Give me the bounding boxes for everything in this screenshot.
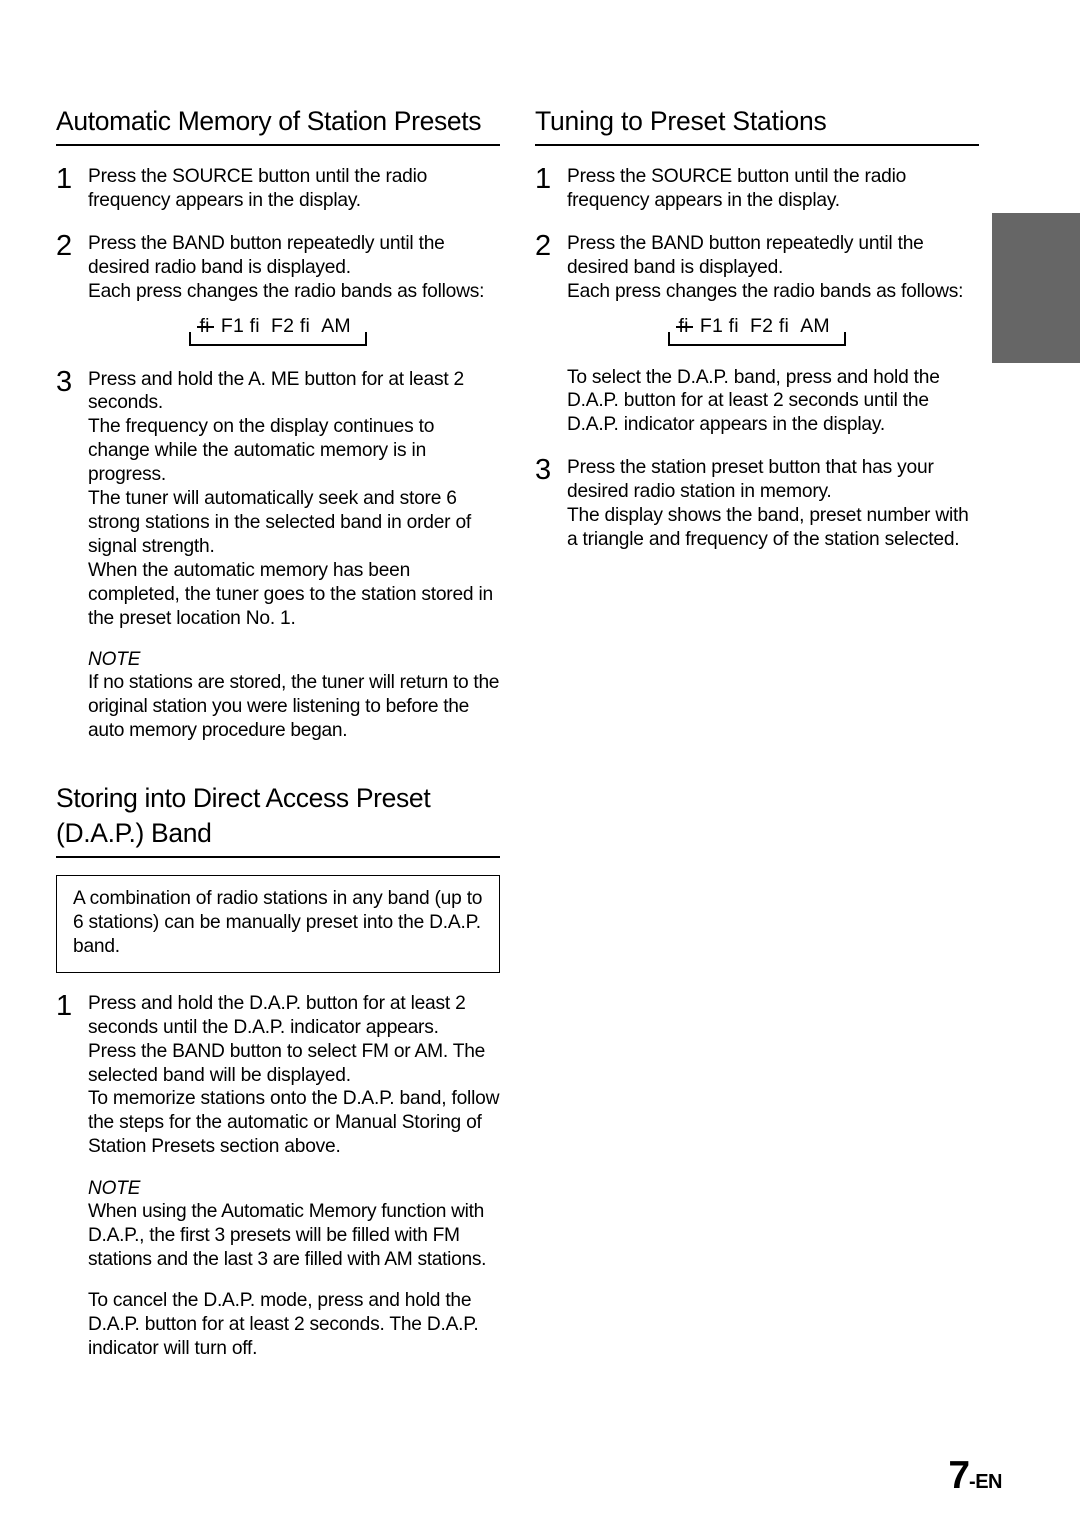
step-line: When the automatic memory has been compl… — [88, 559, 493, 629]
note-text: When using the Automatic Memory function… — [88, 1201, 487, 1270]
step-number: 2 — [56, 229, 73, 262]
step-item: 2 Press the BAND button repeatedly until… — [535, 229, 979, 304]
step-text: Press the BAND button repeatedly until t… — [567, 232, 979, 304]
note-label: NOTE — [88, 649, 141, 671]
step-item: 1 Press and hold the D.A.P. button for a… — [56, 989, 500, 1159]
step-line: Press the station preset button that has… — [567, 457, 934, 503]
two-column-body: Automatic Memory of Station Presets 1 Pr… — [56, 104, 979, 1380]
band-sequence-text: F1 fi F2 fi AM — [688, 314, 836, 337]
manual-page: Automatic Memory of Station Presets 1 Pr… — [0, 0, 1080, 1526]
step-line: Each press changes the radio bands as fo… — [567, 280, 964, 302]
step-line: Each press changes the radio bands as fo… — [88, 280, 485, 302]
note-block: NOTE When using the Automatic Memory fun… — [88, 1178, 500, 1272]
step-number: 1 — [535, 162, 552, 195]
step-line: The tuner will automatically seek and st… — [88, 488, 472, 557]
callout-box: A combination of radio stations in any b… — [56, 875, 500, 973]
step-text: Press and hold the D.A.P. button for at … — [88, 992, 500, 1159]
step-line: The display shows the band, preset numbe… — [567, 505, 969, 551]
arrow-left-icon: fi — [196, 314, 214, 337]
band-cycle-diagram-left: fi F1 fi F2 fi AM — [56, 314, 500, 349]
page-number: 7 — [948, 1454, 970, 1497]
step-line: Press and hold the D.A.P. button for at … — [88, 992, 466, 1038]
page-footer: 7 -EN — [948, 1454, 1002, 1498]
arrow-left-icon: fi — [675, 314, 693, 337]
section-tab-marker — [992, 213, 1080, 363]
step-item: 1 Press the SOURCE button until the radi… — [535, 165, 979, 213]
step-text: Press the BAND button repeatedly until t… — [88, 232, 500, 304]
page-number-suffix: -EN — [969, 1471, 1002, 1493]
heading-automatic-memory: Automatic Memory of Station Presets — [56, 104, 500, 146]
callout-text: A combination of radio stations in any b… — [73, 888, 483, 957]
step-number: 3 — [56, 365, 73, 398]
step-line: To memorize stations onto the D.A.P. ban… — [88, 1088, 500, 1158]
dap-select-paragraph: To select the D.A.P. band, press and hol… — [567, 366, 940, 436]
step-text: Press and hold the A. ME button for at l… — [88, 368, 500, 631]
left-column: Automatic Memory of Station Presets 1 Pr… — [56, 104, 500, 1380]
step-line: Press and hold the A. ME button for at l… — [88, 368, 464, 414]
step-line: Press the SOURCE button until the radio … — [567, 165, 907, 211]
heading-tuning-preset: Tuning to Preset Stations — [535, 104, 979, 146]
step-line: Press the SOURCE button until the radio … — [88, 165, 428, 211]
step-number: 1 — [56, 162, 73, 195]
step-number: 1 — [56, 989, 73, 1022]
heading-storing-dap: Storing into Direct Access Preset (D.A.P… — [56, 781, 500, 859]
band-cycle-diagram-right: fi F1 fi F2 fi AM — [535, 314, 979, 349]
step-line: Press the BAND button repeatedly until t… — [88, 232, 445, 278]
closing-paragraph: To cancel the D.A.P. mode, press and hol… — [88, 1289, 479, 1359]
step-line: Press the BAND button repeatedly until t… — [567, 232, 924, 278]
step-line: Press the BAND button to select FM or AM… — [88, 1040, 486, 1086]
step-line: The frequency on the display continues t… — [88, 416, 435, 486]
band-sequence: fi F1 fi F2 fi AM — [675, 314, 836, 338]
step-text: Press the SOURCE button until the radio … — [88, 165, 500, 213]
step-text: Press the SOURCE button until the radio … — [567, 165, 979, 213]
step-item: 3 Press and hold the A. ME button for at… — [56, 365, 500, 631]
step-text: Press the station preset button that has… — [567, 456, 979, 552]
step-item: 1 Press the SOURCE button until the radi… — [56, 165, 500, 213]
band-cycle-inner: fi F1 fi F2 fi AM — [665, 314, 850, 349]
step-number: 3 — [535, 454, 552, 487]
step-item: 3 Press the station preset button that h… — [535, 456, 979, 552]
step-number: 2 — [535, 229, 552, 262]
step-item: 2 Press the BAND button repeatedly until… — [56, 229, 500, 304]
note-label: NOTE — [88, 1178, 141, 1200]
band-sequence-text: F1 fi F2 fi AM — [209, 314, 357, 337]
band-cycle-inner: fi F1 fi F2 fi AM — [186, 314, 371, 349]
band-sequence: fi F1 fi F2 fi AM — [196, 314, 357, 338]
note-block: NOTE If no stations are stored, the tune… — [88, 649, 500, 743]
note-text: If no stations are stored, the tuner wil… — [88, 672, 500, 742]
right-column: Tuning to Preset Stations 1 Press the SO… — [535, 104, 979, 552]
